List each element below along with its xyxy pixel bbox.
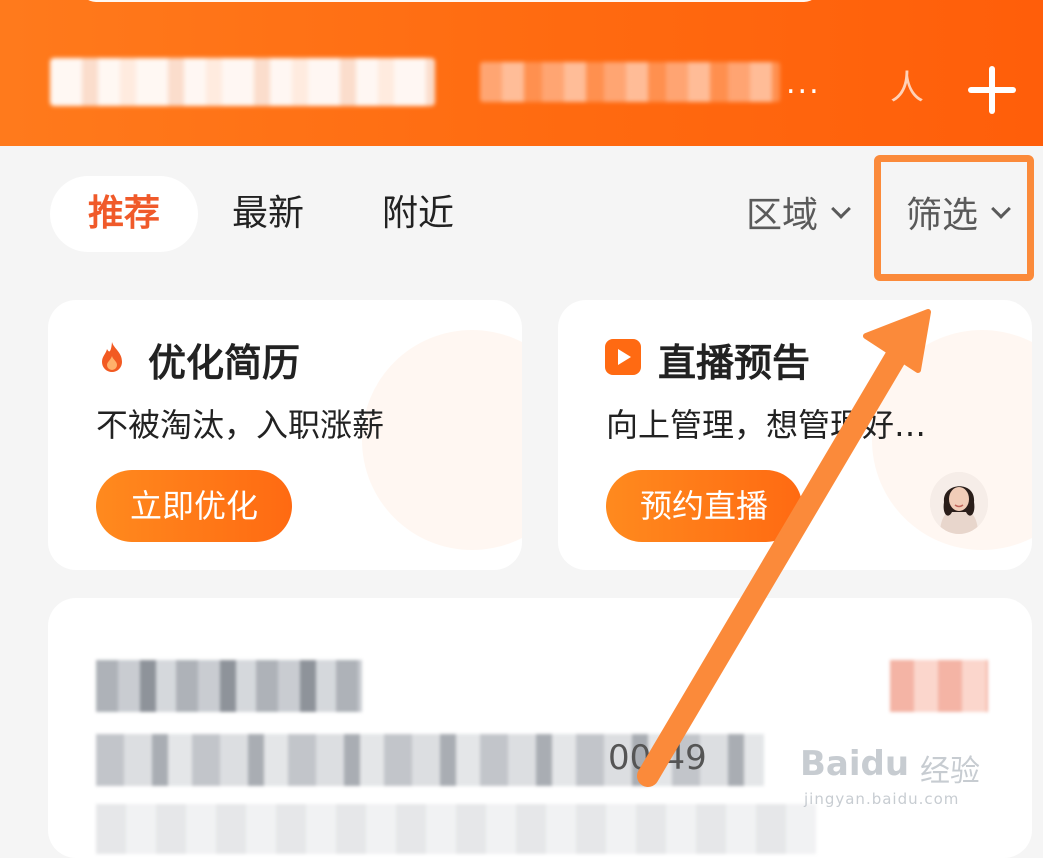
filter-dropdown[interactable]: 筛选 (906, 188, 1011, 244)
card-decoration (362, 330, 522, 550)
salary-text: 00-49 (608, 738, 707, 778)
card-title: 优化简历 (148, 341, 301, 385)
live-preview-card[interactable]: 直播预告 向上管理，想管理好… 预约直播 (558, 300, 1032, 570)
fire-icon (102, 342, 122, 372)
watermark-brand: Baidu (800, 744, 910, 784)
watermark-cn: 经验 (920, 754, 980, 789)
tab-recommended[interactable]: 推荐 (50, 176, 198, 252)
app-header: ... 人 (0, 0, 1043, 146)
optimize-now-button[interactable]: 立即优化 (96, 470, 293, 542)
header-ellipsis: ... (786, 66, 821, 101)
watermark-url: jingyan.baidu.com (804, 790, 960, 808)
chevron-down-icon (991, 199, 1011, 219)
job-listing-card[interactable]: 00-49 (48, 598, 1032, 858)
optimize-resume-card[interactable]: 优化简历 不被淘汰，入职涨薪 立即优化 (48, 300, 522, 570)
pixelated-subtitle (480, 62, 780, 102)
filter-label: 筛选 (906, 195, 979, 236)
baidu-watermark: Baidu 经验 jingyan.baidu.com (800, 744, 1000, 814)
play-icon (605, 339, 641, 375)
card-description: 不被淘汰，入职涨薪 (96, 406, 385, 444)
tab-nearby[interactable]: 附近 (382, 176, 454, 252)
pixelated-job-title (50, 58, 435, 106)
chevron-down-icon (831, 199, 851, 219)
book-live-button[interactable]: 预约直播 (606, 470, 803, 542)
avatar (930, 472, 988, 534)
person-icon: 人 (890, 68, 924, 108)
card-title: 直播预告 (658, 341, 811, 385)
tab-latest[interactable]: 最新 (232, 176, 304, 252)
card-description: 向上管理，想管理好… (606, 406, 927, 444)
region-label: 区域 (746, 195, 819, 236)
region-dropdown[interactable]: 区域 (746, 188, 851, 244)
pixelated-salary (890, 660, 988, 712)
plus-icon[interactable] (968, 66, 1016, 114)
search-bar[interactable] (80, 0, 820, 2)
pixelated-job-title (96, 660, 362, 712)
pixelated-tags (96, 804, 816, 854)
